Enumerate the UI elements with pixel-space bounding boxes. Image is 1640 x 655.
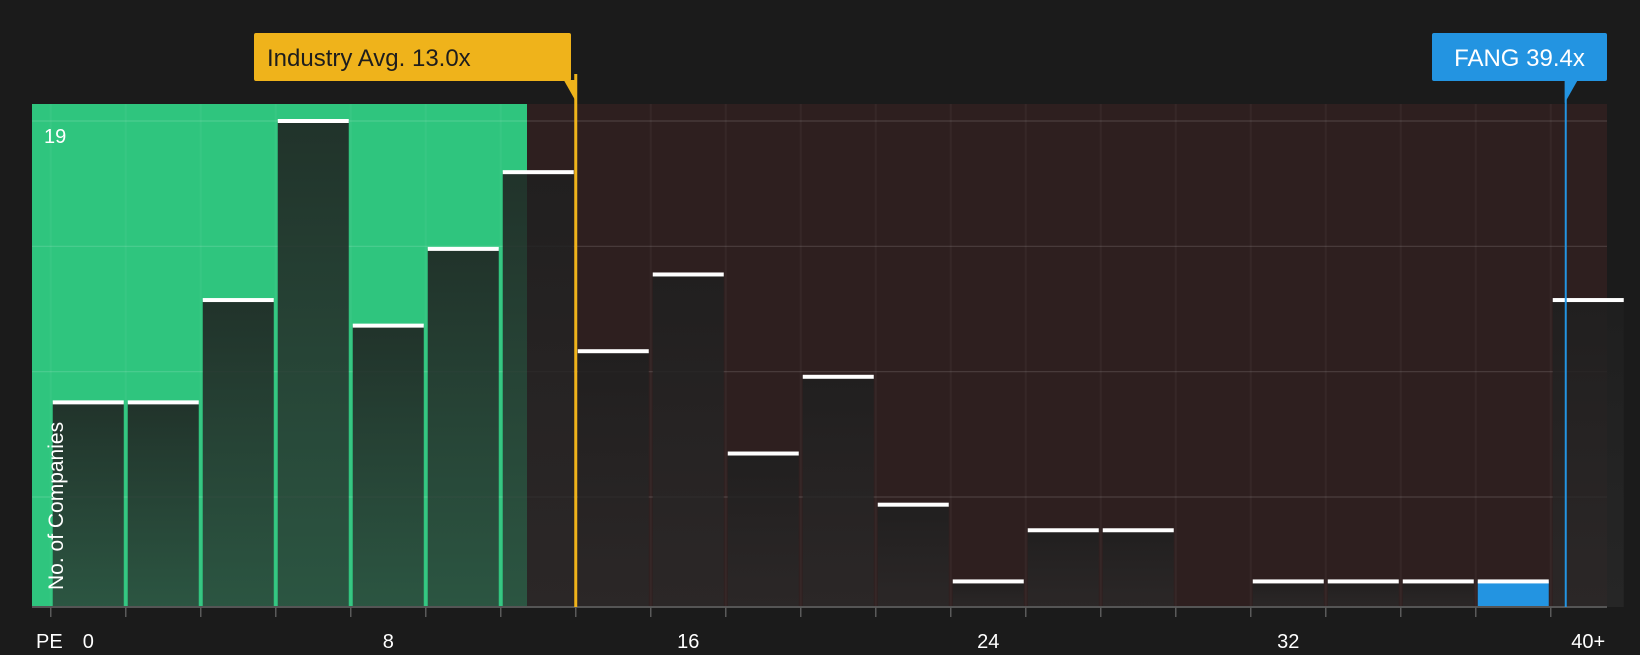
bar [877, 504, 949, 607]
x-tick-label: 0 [83, 631, 94, 650]
chart-svg: 0 8 16 24 32 40+ PE 19 No. of Companies Industry… [32, 33, 1624, 653]
bar-top [502, 170, 574, 175]
bar-top [52, 400, 124, 405]
bar [1402, 581, 1474, 607]
y-max-label: 19 [44, 126, 66, 148]
bar [1327, 581, 1399, 607]
bar-top [577, 349, 649, 354]
industry-avg-label: Industry Avg. 13.0x [267, 45, 471, 72]
bar [277, 121, 349, 607]
bar-top [1327, 579, 1399, 584]
x-axis-label: PE [36, 631, 63, 650]
bar [1102, 530, 1174, 607]
bar-top [427, 246, 499, 251]
bar [1252, 581, 1324, 607]
bar [802, 376, 874, 607]
bar-top [352, 323, 424, 328]
bar-top [802, 374, 874, 379]
bar-top [1402, 579, 1474, 584]
x-tick-label: 16 [677, 631, 699, 650]
x-tick-label: 24 [977, 631, 999, 650]
bar [1552, 300, 1624, 607]
bar-top [952, 579, 1024, 584]
bar [952, 581, 1024, 607]
bar-top [127, 400, 199, 405]
bar [652, 274, 724, 607]
bar-highlight [1477, 581, 1549, 607]
bar-top [1477, 579, 1549, 584]
bar [727, 453, 799, 607]
y-axis-label: No. of Companies [45, 422, 68, 590]
bar-top [652, 272, 724, 277]
bar-top [202, 298, 274, 303]
bar-top [877, 502, 949, 507]
x-tick-label: 8 [383, 631, 394, 650]
bar [1027, 530, 1099, 607]
bar [202, 300, 274, 607]
bar-top [1102, 528, 1174, 533]
company-pointer [1564, 80, 1578, 103]
bar [577, 351, 649, 607]
company-label: FANG 39.4x [1454, 45, 1585, 72]
x-tick-label: 32 [1277, 631, 1299, 650]
bar-top [1027, 528, 1099, 533]
bar-top [1552, 298, 1624, 303]
bar-top [727, 451, 799, 456]
bar [127, 402, 199, 607]
pe-distribution-chart: 0 8 16 24 32 40+ PE 19 No. of Companies Industry… [0, 0, 1640, 653]
bar-top [277, 119, 349, 123]
bar [502, 172, 574, 607]
x-tick-label: 40+ [1571, 631, 1605, 650]
bar [352, 325, 424, 607]
bar [427, 248, 499, 608]
bar-top [1252, 579, 1324, 584]
